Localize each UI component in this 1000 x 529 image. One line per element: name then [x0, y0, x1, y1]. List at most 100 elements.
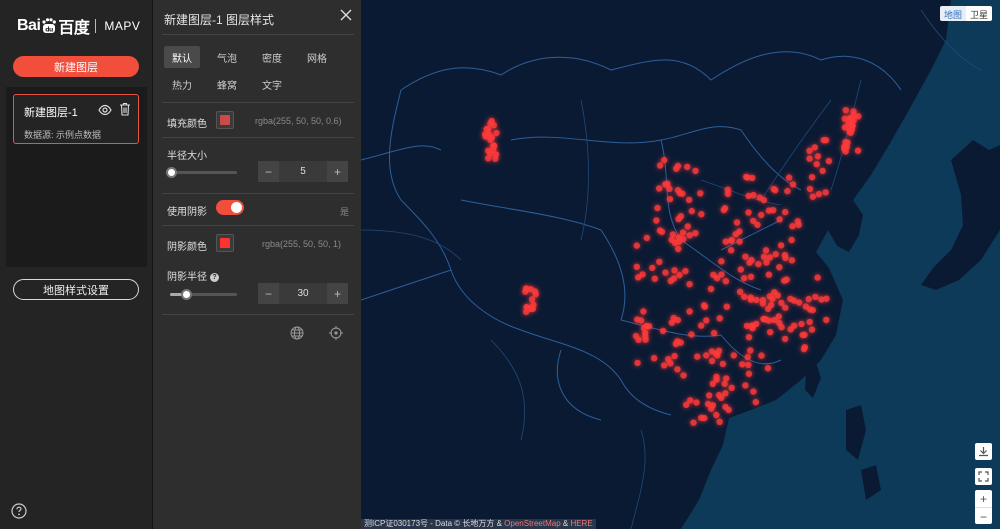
map-point	[687, 397, 694, 404]
map-type-toggle: 地图 卫星	[940, 6, 993, 21]
baidu-logo: Bai du 百度	[17, 14, 90, 38]
divider	[162, 193, 354, 194]
map-point	[744, 353, 751, 361]
layer-card[interactable]: 新建图层-1 数据源: 示例点数据	[13, 94, 139, 144]
radius-slider[interactable]	[166, 167, 237, 178]
fill-color-value: rgba(255, 50, 50, 0.6)	[255, 116, 342, 126]
sidebar: Bai du 百度 MAPV 新建图层 新建图层-1 数据源: 示例点数据 地图…	[0, 0, 153, 529]
map-point	[656, 185, 663, 192]
globe-icon[interactable]	[290, 326, 304, 340]
map-point	[806, 318, 813, 326]
shadow-blur-stepper[interactable]: − 30 +	[258, 283, 348, 304]
map-point	[737, 266, 744, 273]
shadow-color-picker[interactable]	[216, 234, 234, 252]
tab-honeycomb[interactable]: 蜂窝	[209, 73, 245, 95]
shadow-blur-value[interactable]: 30	[279, 288, 327, 299]
map-point	[667, 360, 674, 367]
map-point	[760, 315, 767, 323]
increment-button[interactable]: +	[327, 161, 348, 182]
map-point	[808, 174, 816, 181]
help-icon[interactable]	[11, 503, 27, 519]
map-point	[692, 230, 699, 237]
map-point	[815, 190, 823, 198]
map-point	[801, 331, 808, 338]
question-icon[interactable]: ?	[210, 273, 219, 282]
map-point	[671, 239, 679, 247]
shadow-blur-label: 阴影半径	[167, 272, 207, 283]
divider	[162, 314, 354, 315]
map-point	[690, 419, 697, 426]
zoom-in-button[interactable]: +	[975, 490, 992, 507]
map-point	[697, 190, 704, 197]
map-point	[720, 206, 727, 214]
map-point	[843, 143, 850, 151]
map-point	[812, 293, 819, 301]
map-type-satellite[interactable]: 卫星	[966, 6, 993, 21]
map-canvas[interactable]: 地图 卫星 + − 测ICP证030173号 - Data © 长地万方 & O…	[361, 0, 1000, 529]
logo-divider	[95, 19, 97, 33]
tab-default[interactable]: 默认	[164, 46, 200, 68]
zoom-out-button[interactable]: −	[975, 508, 992, 525]
map-point	[682, 267, 689, 275]
map-point	[685, 196, 693, 204]
map-point	[782, 208, 789, 216]
decrement-button[interactable]: −	[258, 161, 279, 182]
map-point	[688, 331, 695, 338]
radius-value[interactable]: 5	[279, 166, 327, 177]
toggle-knob	[231, 202, 242, 213]
shadow-toggle[interactable]	[216, 200, 244, 215]
increment-button[interactable]: +	[327, 283, 348, 304]
map-point	[745, 192, 752, 200]
map-point	[692, 167, 699, 175]
tab-text[interactable]: 文字	[254, 73, 290, 95]
map-point	[789, 181, 797, 188]
map-point	[686, 281, 693, 288]
osm-link[interactable]: OpenStreetMap	[504, 519, 560, 528]
panel-title: 新建图层-1 图层样式	[164, 13, 275, 27]
trash-icon[interactable]	[119, 102, 131, 116]
map-point	[760, 196, 768, 204]
map-point	[760, 253, 768, 261]
map-point	[728, 237, 735, 244]
map-point	[707, 285, 715, 293]
map-type-map[interactable]: 地图	[940, 6, 967, 21]
map-point	[642, 323, 650, 330]
shadow-blur-slider-handle[interactable]	[181, 289, 192, 300]
map-point	[745, 370, 753, 377]
map-point	[656, 162, 664, 169]
map-point	[688, 207, 695, 215]
eye-icon[interactable]	[98, 103, 112, 117]
decrement-button[interactable]: −	[258, 283, 279, 304]
map-point	[742, 253, 749, 260]
tab-heat[interactable]: 热力	[164, 73, 200, 95]
map-point	[819, 167, 826, 175]
radius-stepper[interactable]: − 5 +	[258, 161, 348, 182]
radius-slider-handle[interactable]	[166, 167, 177, 178]
here-link[interactable]: HERE	[570, 519, 592, 528]
map-point	[706, 392, 713, 399]
download-icon[interactable]	[975, 443, 992, 460]
map-point	[651, 275, 658, 282]
close-icon[interactable]	[340, 9, 352, 21]
fullscreen-icon[interactable]	[975, 468, 992, 485]
map-point	[782, 304, 789, 311]
map-point	[637, 317, 645, 324]
map-point	[727, 247, 735, 254]
tab-density[interactable]: 密度	[254, 46, 290, 68]
map-point	[671, 267, 678, 274]
map-point	[684, 163, 691, 171]
shadow-blur-slider[interactable]	[170, 289, 237, 300]
tab-bubble[interactable]: 气泡	[209, 46, 245, 68]
map-point	[667, 277, 674, 285]
map-point	[849, 122, 856, 129]
shadow-label: 使用阴影	[167, 207, 207, 218]
map-point	[781, 335, 789, 343]
mapv-app: Bai du 百度 MAPV 新建图层 新建图层-1 数据源: 示例点数据 地图…	[0, 0, 1000, 529]
fill-color-swatch	[220, 115, 230, 125]
map-style-settings-button[interactable]: 地图样式设置	[13, 279, 139, 300]
map-point	[745, 334, 753, 341]
locate-icon[interactable]	[329, 326, 343, 340]
new-layer-button[interactable]: 新建图层	[13, 56, 139, 77]
tab-grid[interactable]: 网格	[299, 46, 335, 68]
fill-color-picker[interactable]	[216, 111, 234, 129]
